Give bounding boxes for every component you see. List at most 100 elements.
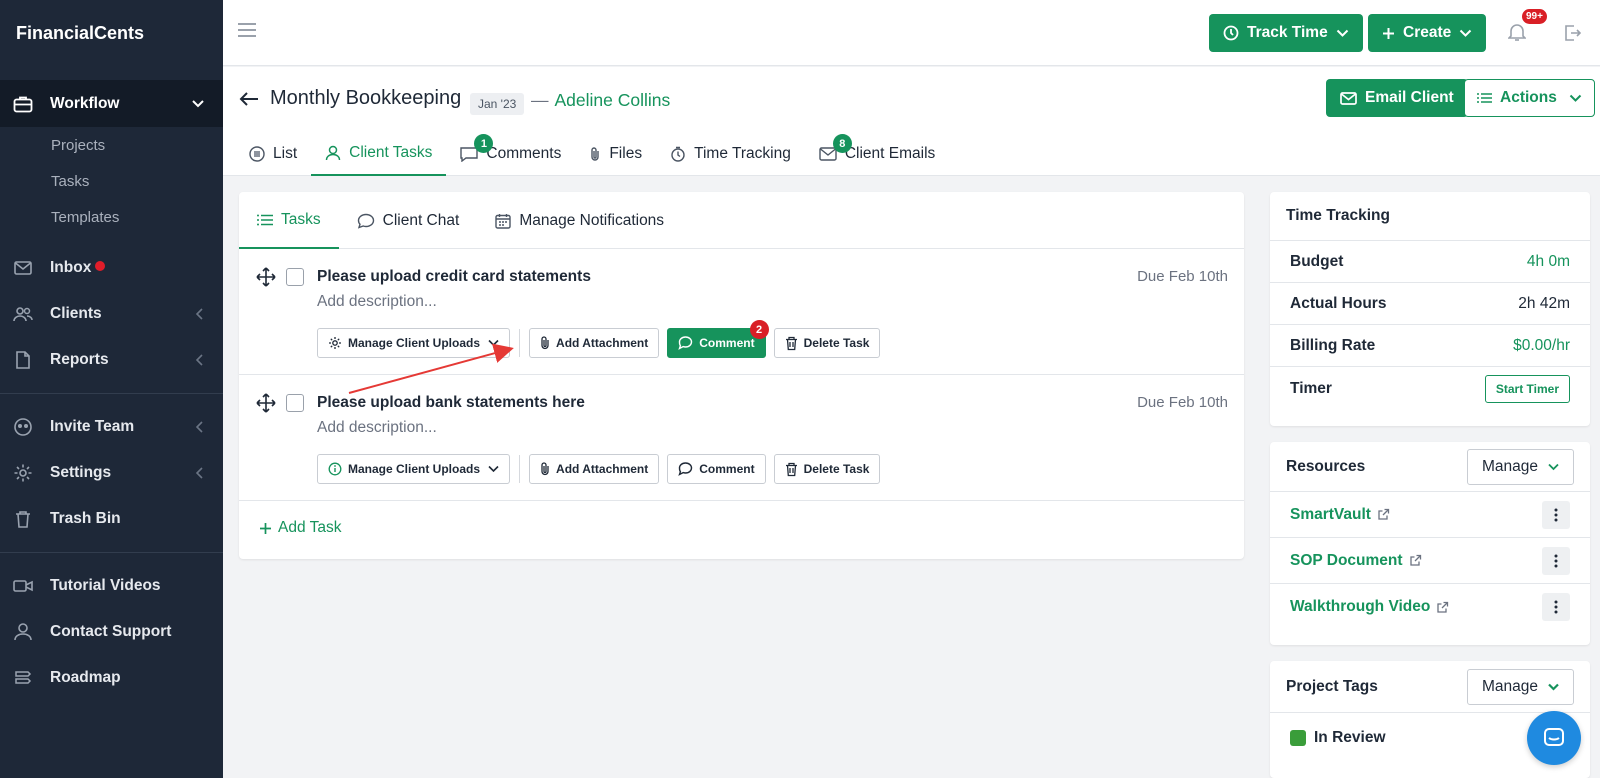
email-client-button[interactable]: Email Client (1326, 79, 1468, 117)
move-handle-icon[interactable] (256, 393, 276, 413)
sidebar-item-settings[interactable]: Settings (0, 450, 223, 496)
resource-row: Walkthrough Video (1270, 584, 1590, 630)
resources-manage-dropdown[interactable]: Manage (1466, 448, 1574, 485)
client-link[interactable]: — Adeline Collins (531, 90, 670, 111)
subtab-label: Manage Notifications (519, 211, 665, 229)
delete-task-button[interactable]: Delete Task (773, 328, 881, 358)
more-options-icon[interactable] (1542, 500, 1570, 529)
billing-rate-row: Billing Rate $0.00/hr (1270, 325, 1590, 367)
person-icon (12, 621, 34, 643)
panel-title: Resources (1286, 457, 1366, 475)
sidebar-item-roadmap[interactable]: Roadmap (0, 655, 223, 701)
sidebar-item-invite-team[interactable]: Invite Team (0, 404, 223, 450)
sidebar-item-workflow[interactable]: Workflow (0, 80, 223, 127)
sidebar-subitem-projects[interactable]: Projects (0, 127, 223, 163)
sidebar-item-inbox[interactable]: Inbox (0, 245, 223, 291)
chevron-down-icon (1336, 29, 1349, 38)
more-options-icon[interactable] (1542, 546, 1570, 575)
add-attachment-button[interactable]: Add Attachment (529, 454, 660, 484)
team-icon (12, 416, 34, 438)
track-time-button[interactable]: Track Time (1209, 14, 1363, 52)
tab-client-tasks[interactable]: Client Tasks (311, 132, 447, 176)
stopwatch-icon (670, 146, 686, 162)
project-header: Monthly Bookkeeping Jan '23 — Adeline Col… (223, 67, 1600, 176)
manage-client-uploads-dropdown[interactable]: Manage Client Uploads (317, 454, 511, 484)
add-attachment-button[interactable]: Add Attachment (529, 328, 660, 358)
panel-title: Time Tracking (1286, 207, 1390, 224)
chevron-left-icon (195, 421, 205, 433)
comment-button[interactable]: Comment 2 (667, 320, 769, 358)
support-chat-button[interactable] (1527, 711, 1581, 765)
sidebar-item-contact-support[interactable]: Contact Support (0, 609, 223, 655)
more-options-icon[interactable] (1542, 593, 1570, 621)
sidebar-item-label: Inbox (50, 259, 92, 276)
sidebar-item-clients[interactable]: Clients (0, 291, 223, 337)
sidebar-item-reports[interactable]: Reports (0, 337, 223, 383)
bell-icon[interactable] (1508, 22, 1526, 42)
task-name[interactable]: Please upload credit card statements (317, 268, 591, 286)
signpost-icon (12, 667, 34, 689)
row-label: Billing Rate (1290, 336, 1376, 354)
actions-dropdown[interactable]: Actions (1464, 79, 1595, 117)
actual-hours-value: 2h 42m (1518, 294, 1570, 312)
subtab-tasks[interactable]: Tasks (239, 192, 339, 249)
tab-list[interactable]: List (235, 132, 311, 176)
notification-badge: 99+ (1522, 9, 1547, 24)
billing-rate-value[interactable]: $0.00/hr (1513, 337, 1570, 355)
sidebar-item-label: Reports (50, 351, 109, 368)
paperclip-icon (589, 146, 601, 162)
tab-files[interactable]: Files (575, 132, 656, 176)
create-button[interactable]: Create (1368, 14, 1487, 52)
task-checkbox[interactable] (286, 394, 304, 412)
resource-link-smartvault[interactable]: SmartVault (1290, 506, 1390, 524)
back-arrow-icon[interactable] (239, 91, 259, 107)
delete-task-button[interactable]: Delete Task (773, 454, 881, 484)
brand-logo[interactable]: FinancialCents (0, 0, 223, 66)
topbar: Track Time Create 99+ (223, 0, 1600, 66)
manage-client-uploads-dropdown[interactable]: Manage Client Uploads (317, 328, 511, 358)
task-name[interactable]: Please upload bank statements here (317, 394, 585, 412)
move-handle-icon[interactable] (256, 267, 276, 287)
tag-label: In Review (1314, 729, 1386, 746)
subtab-manage-notifications[interactable]: Manage Notifications (477, 192, 682, 249)
trash-icon (785, 336, 798, 351)
list-circle-icon (249, 146, 265, 162)
hamburger-menu-icon[interactable] (237, 22, 257, 38)
resource-row: SmartVault (1270, 492, 1590, 538)
start-timer-button[interactable]: Start Timer (1484, 375, 1570, 403)
subtab-label: Tasks (281, 210, 321, 228)
chevron-left-icon (195, 354, 205, 366)
list-icon (1477, 92, 1492, 104)
tags-manage-dropdown[interactable]: Manage (1466, 668, 1574, 705)
add-task-button[interactable]: Add Task (239, 501, 1244, 555)
divider (519, 455, 521, 483)
comment-button[interactable]: Comment (667, 454, 766, 484)
task-description[interactable]: Add description... (317, 293, 437, 311)
logout-icon[interactable] (1563, 24, 1581, 42)
sidebar-item-tutorial-videos[interactable]: Tutorial Videos (0, 563, 223, 609)
task-checkbox[interactable] (286, 268, 304, 286)
budget-value[interactable]: 4h 0m (1527, 253, 1570, 271)
tab-comments[interactable]: 1 Comments (446, 132, 575, 176)
button-label: Comment (699, 336, 755, 350)
tab-time-tracking[interactable]: Time Tracking (656, 132, 805, 176)
period-badge: Jan '23 (470, 93, 525, 115)
task-description[interactable]: Add description... (317, 419, 437, 437)
track-time-label: Track Time (1247, 24, 1328, 41)
subtab-client-chat[interactable]: Client Chat (339, 192, 478, 249)
task-row: Please upload bank statements here Add d… (239, 375, 1244, 501)
button-label: Delete Task (803, 462, 870, 476)
resource-link-walkthrough-video[interactable]: Walkthrough Video (1290, 598, 1449, 616)
resource-link-sop-document[interactable]: SOP Document (1290, 552, 1422, 570)
sidebar-item-label: Clients (50, 305, 102, 322)
sidebar-subitem-templates[interactable]: Templates (0, 199, 223, 235)
chevron-left-icon (195, 308, 205, 320)
project-tabs: List Client Tasks 1 Comments Files Time … (235, 132, 949, 176)
sidebar-item-trash-bin[interactable]: Trash Bin (0, 496, 223, 542)
tab-client-emails[interactable]: 8 Client Emails (805, 132, 949, 176)
sidebar-item-label: Tutorial Videos (50, 577, 161, 594)
divider (519, 329, 521, 357)
panel-title: Project Tags (1286, 677, 1378, 695)
chevron-down-icon (1459, 29, 1472, 38)
sidebar-subitem-tasks[interactable]: Tasks (0, 163, 223, 199)
